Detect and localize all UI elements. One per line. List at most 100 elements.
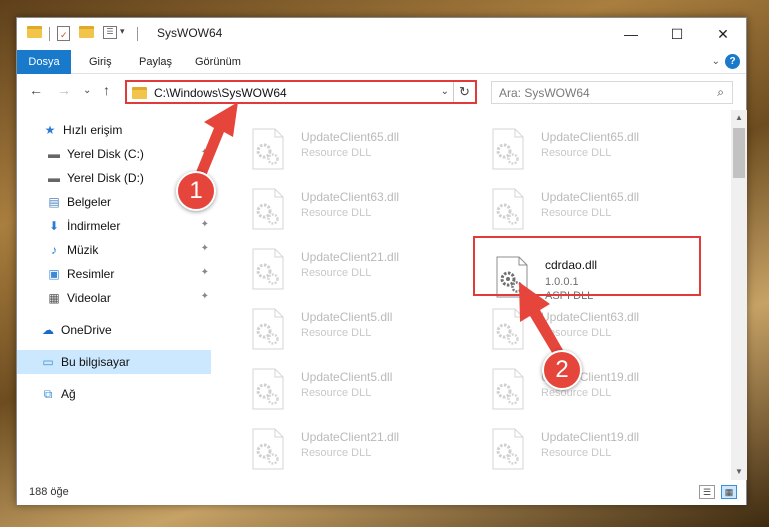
dll-file-icon [492,128,524,170]
tab-home[interactable]: Giriş [89,50,112,74]
folder-icon [132,87,147,99]
close-button[interactable]: ✕ [700,18,746,50]
pin-icon[interactable]: ✦ [201,267,209,278]
chevron-down-icon[interactable]: ▾ [120,26,125,42]
file-item[interactable]: UpdateClient19.dll Resource DLL [485,424,715,478]
details-view-icon[interactable]: ☰ [699,485,715,499]
sidebar-item[interactable]: ★ Hızlı erişim [17,118,211,142]
window-title: SysWOW64 [157,26,223,40]
sidebar-item-label: Yerel Disk (C:) [67,147,144,161]
file-name: UpdateClient63.dll [301,190,400,204]
file-item[interactable]: UpdateClient21.dll Resource DLL [245,244,475,298]
star-icon: ★ [44,123,56,137]
sidebar-item[interactable]: ▬ Yerel Disk (C:) ✦ [17,142,211,166]
sidebar-item[interactable]: ⬇ İndirmeler ✦ [17,214,211,238]
scrollbar-thumb[interactable] [733,128,745,178]
pin-icon[interactable]: ✦ [201,291,209,302]
pictures-icon: ▣ [48,267,60,281]
dll-file-icon [492,368,524,410]
file-type: Resource DLL [541,207,612,219]
forward-button[interactable]: → [57,82,71,98]
file-item[interactable]: UpdateClient63.dll Resource DLL [245,184,475,238]
refresh-button[interactable]: ↻ [453,82,475,102]
file-name: UpdateClient21.dll [301,250,400,264]
address-bar[interactable]: C:\Windows\SysWOW64 ⌄ ↻ [125,80,477,104]
dll-file-icon [252,248,284,290]
dll-file-icon [252,188,284,230]
drive-icon: ▬ [48,171,60,185]
dll-file-icon [252,308,284,350]
sidebar-item[interactable]: ▭ Bu bilgisayar [17,350,211,374]
back-button[interactable]: ← [29,82,43,98]
pin-icon[interactable]: ✦ [201,147,209,158]
recent-locations-button[interactable]: ⌄ [83,85,91,96]
up-button[interactable]: ↑ [103,82,110,98]
file-item[interactable]: UpdateClient5.dll Resource DLL [245,304,475,358]
navigation-pane: ★ Hızlı erişim ▬ Yerel Disk (C:) ✦ ▬ Yerel Dis… [17,110,211,480]
pin-icon[interactable]: ✦ [201,243,209,254]
minimize-button[interactable]: — [608,18,654,50]
file-name: UpdateClient5.dll [301,310,393,324]
dll-file-icon [252,368,284,410]
sidebar-item-label: İndirmeler [67,219,121,233]
network-icon: ⧉ [43,387,53,401]
step-2-badge: 2 [542,350,582,390]
file-type: Resource DLL [541,387,612,399]
ribbon-expand-icon[interactable]: ⌄ [712,56,720,67]
dll-file-icon [252,128,284,170]
highlight-box [473,236,701,296]
dll-file-icon [492,428,524,470]
sidebar-item-label: Müzik [67,243,99,257]
address-dropdown-icon[interactable]: ⌄ [441,86,449,97]
file-item[interactable]: UpdateClient65.dll Resource DLL [245,124,475,178]
sidebar-item-label: Ağ [61,387,76,401]
file-item[interactable]: UpdateClient21.dll Resource DLL [245,424,475,478]
maximize-button[interactable]: ☐ [654,18,700,50]
file-type: Resource DLL [541,147,612,159]
scroll-up-icon[interactable]: ▲ [731,110,747,126]
search-placeholder: Ara: SysWOW64 [499,86,590,100]
file-name: UpdateClient65.dll [541,190,640,204]
step-1-badge: 1 [176,171,216,211]
dll-file-icon [492,188,524,230]
file-type: Resource DLL [541,447,612,459]
help-icon[interactable]: ? [725,54,740,69]
file-item[interactable]: UpdateClient19.dll Resource DLL [485,364,715,418]
file-name: UpdateClient65.dll [301,130,400,144]
properties-icon[interactable]: ✓ [57,26,70,41]
tab-view[interactable]: Görünüm [195,50,241,74]
sidebar-item[interactable]: ⧉ Ağ [17,382,211,406]
videos-icon: ▦ [48,291,60,305]
customize-toolbar-icon[interactable]: ☰ [103,26,117,39]
drive-icon: ▬ [48,147,60,161]
file-type: Resource DLL [301,447,372,459]
vertical-scrollbar[interactable]: ▲ ▼ [731,110,747,480]
sidebar-item[interactable]: ▣ Resimler ✦ [17,262,211,286]
file-name: UpdateClient21.dll [301,430,400,444]
sidebar-item-label: Resimler [67,267,115,281]
explorer-window: ✓ ☰ ▾ SysWOW64 — ☐ ✕ Dosya Giriş Paylaş … [16,17,747,505]
sidebar-item[interactable]: ☁ OneDrive [17,318,211,342]
pin-icon[interactable]: ✦ [201,219,209,230]
file-type: Resource DLL [301,267,372,279]
search-icon[interactable]: ⌕ [717,85,724,100]
search-input[interactable]: Ara: SysWOW64 ⌕ [491,81,733,104]
new-folder-icon[interactable] [79,26,94,42]
file-item[interactable]: UpdateClient5.dll Resource DLL [245,364,475,418]
documents-icon: ▤ [48,195,60,209]
folder-icon [27,26,42,42]
scroll-down-icon[interactable]: ▼ [731,464,747,480]
file-name: UpdateClient65.dll [541,130,640,144]
tiles-view-icon[interactable]: ▦ [721,485,737,499]
sidebar-item-label: OneDrive [61,323,112,337]
file-item[interactable]: UpdateClient65.dll Resource DLL [485,124,715,178]
address-path[interactable]: C:\Windows\SysWOW64 [154,86,287,100]
sidebar-item[interactable]: ▦ Videolar ✦ [17,286,211,310]
sidebar-item[interactable]: ♪ Müzik ✦ [17,238,211,262]
file-item[interactable]: UpdateClient65.dll Resource DLL [485,184,715,238]
file-item[interactable]: UpdateClient63.dll Resource DLL [485,304,715,358]
navigation-bar: ← → ⌄ ↑ C:\Windows\SysWOW64 ⌄ ↻ Ara: Sys… [17,75,746,109]
tab-share[interactable]: Paylaş [139,50,172,74]
dll-file-icon [492,308,524,350]
tab-file[interactable]: Dosya [17,50,71,74]
